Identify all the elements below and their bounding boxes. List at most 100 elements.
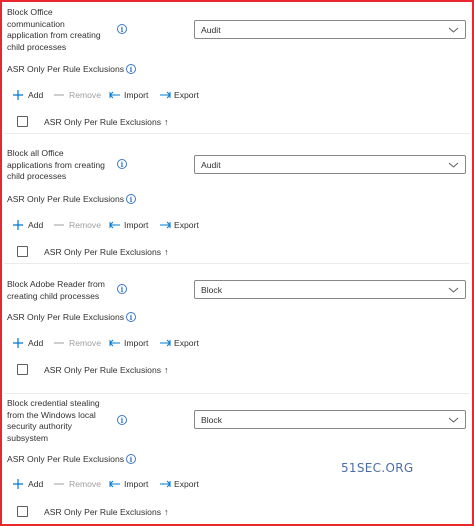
- sort-ascending-icon: ↑: [164, 247, 169, 257]
- chevron-down-icon: [448, 287, 459, 293]
- column-header-label: ASR Only Per Rule Exclusions: [44, 507, 162, 517]
- import-label: Import: [124, 90, 149, 100]
- export-icon: [160, 91, 171, 99]
- remove-label: Remove: [69, 90, 101, 100]
- remove-button[interactable]: Remove: [54, 478, 108, 490]
- dropdown-selected-value: Block: [201, 285, 223, 295]
- exclusions-label: ASR Only Per Rule Exclusions: [7, 64, 125, 74]
- rule-name-line: child processes: [7, 171, 67, 181]
- info-icon[interactable]: [126, 194, 136, 204]
- export-icon: [160, 339, 171, 347]
- watermark: 51SEC.ORG: [341, 461, 414, 475]
- info-icon[interactable]: [117, 24, 127, 34]
- add-button[interactable]: Add: [13, 337, 47, 349]
- rule-section-all-office-apps: Block all Office applications from creat…: [4, 134, 470, 264]
- export-label: Export: [174, 338, 199, 348]
- chevron-down-icon: [448, 27, 459, 33]
- exclusions-label: ASR Only Per Rule Exclusions: [7, 312, 125, 322]
- add-label: Add: [28, 220, 44, 230]
- plus-icon: [13, 220, 23, 230]
- remove-label: Remove: [69, 479, 101, 489]
- column-header-label: ASR Only Per Rule Exclusions: [44, 365, 162, 375]
- info-icon[interactable]: [117, 159, 127, 169]
- import-button[interactable]: Import: [109, 89, 153, 101]
- import-label: Import: [124, 220, 149, 230]
- import-icon: [109, 339, 120, 347]
- select-all-checkbox[interactable]: [17, 506, 28, 517]
- rule-name-line: child processes: [7, 41, 67, 52]
- column-header-label: ASR Only Per Rule Exclusions: [44, 247, 162, 257]
- add-button[interactable]: Add: [13, 219, 47, 231]
- select-all-checkbox[interactable]: [17, 116, 28, 127]
- import-button[interactable]: Import: [109, 337, 153, 349]
- exclusions-label: ASR Only Per Rule Exclusions: [7, 194, 125, 204]
- plus-icon: [13, 479, 23, 489]
- rule-name-line: applications from creating: [7, 159, 105, 170]
- exclusions-label: ASR Only Per Rule Exclusions: [7, 454, 125, 464]
- dropdown-selected-value: Audit: [201, 25, 221, 35]
- exclusions-column-header[interactable]: ASR Only Per Rule Exclusions ↑: [44, 507, 169, 517]
- rule-name: Block credential stealing from the Windo…: [7, 398, 115, 444]
- add-button[interactable]: Add: [13, 478, 47, 490]
- dropdown-selected-value: Block: [201, 415, 223, 425]
- info-icon[interactable]: [126, 64, 136, 74]
- select-all-checkbox[interactable]: [17, 246, 28, 257]
- rule-mode-dropdown[interactable]: Block: [194, 410, 466, 429]
- rule-name-line: security authority: [7, 421, 72, 431]
- rule-name-line: application from creating: [7, 30, 101, 40]
- info-icon[interactable]: [126, 312, 136, 322]
- rule-name-line: Block credential stealing: [7, 398, 100, 408]
- rule-name: Block Office communication application f…: [7, 7, 115, 53]
- rule-mode-dropdown[interactable]: Audit: [194, 20, 466, 39]
- info-icon[interactable]: [117, 284, 127, 294]
- rule-name-line: communication: [7, 18, 65, 29]
- add-label: Add: [28, 338, 44, 348]
- rule-name: Block all Office applications from creat…: [7, 148, 115, 183]
- remove-button[interactable]: Remove: [54, 337, 108, 349]
- rule-name-line: Block Adobe Reader from: [7, 279, 105, 289]
- remove-label: Remove: [69, 338, 101, 348]
- rule-section-credential-stealing: Block credential stealing from the Windo…: [4, 394, 470, 524]
- export-button[interactable]: Export: [159, 337, 203, 349]
- rule-name-line: subsystem: [7, 432, 49, 443]
- import-icon: [109, 221, 120, 229]
- plus-icon: [13, 338, 23, 348]
- add-button[interactable]: Add: [13, 89, 47, 101]
- sort-ascending-icon: ↑: [164, 507, 169, 517]
- rule-mode-dropdown[interactable]: Block: [194, 280, 466, 299]
- exclusions-column-header[interactable]: ASR Only Per Rule Exclusions ↑: [44, 117, 169, 127]
- minus-icon: [54, 94, 64, 96]
- import-button[interactable]: Import: [109, 478, 153, 490]
- chevron-down-icon: [448, 162, 459, 168]
- minus-icon: [54, 483, 64, 485]
- rule-mode-dropdown[interactable]: Audit: [194, 155, 466, 174]
- select-all-checkbox[interactable]: [17, 364, 28, 375]
- minus-icon: [54, 342, 64, 344]
- info-icon[interactable]: [117, 415, 127, 425]
- rule-name-line: creating child processes: [7, 290, 100, 301]
- rule-section-office-communication: Block Office communication application f…: [4, 2, 470, 134]
- add-label: Add: [28, 90, 44, 100]
- rule-name-line: from the Windows local: [7, 409, 96, 420]
- export-button[interactable]: Export: [159, 478, 203, 490]
- export-button[interactable]: Export: [159, 219, 203, 231]
- exclusions-column-header[interactable]: ASR Only Per Rule Exclusions ↑: [44, 365, 169, 375]
- import-button[interactable]: Import: [109, 219, 153, 231]
- info-icon[interactable]: [126, 454, 136, 464]
- export-label: Export: [174, 90, 199, 100]
- chevron-down-icon: [448, 417, 459, 423]
- remove-button[interactable]: Remove: [54, 89, 108, 101]
- sort-ascending-icon: ↑: [164, 117, 169, 127]
- minus-icon: [54, 224, 64, 226]
- export-label: Export: [174, 479, 199, 489]
- remove-button[interactable]: Remove: [54, 219, 108, 231]
- exclusions-column-header[interactable]: ASR Only Per Rule Exclusions ↑: [44, 247, 169, 257]
- plus-icon: [13, 90, 23, 100]
- export-button[interactable]: Export: [159, 89, 203, 101]
- import-label: Import: [124, 479, 149, 489]
- rule-name: Block Adobe Reader from creating child p…: [7, 279, 127, 302]
- export-label: Export: [174, 220, 199, 230]
- dropdown-selected-value: Audit: [201, 160, 221, 170]
- import-label: Import: [124, 338, 149, 348]
- export-icon: [160, 221, 171, 229]
